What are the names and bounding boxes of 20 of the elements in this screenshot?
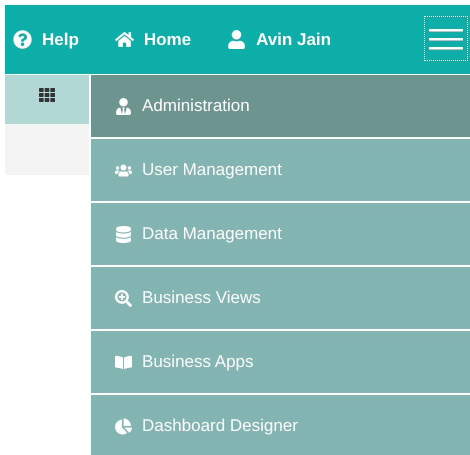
users-icon [115,162,132,178]
apps-tab[interactable] [5,75,89,124]
grid-icon [39,87,55,103]
book-icon [115,354,132,370]
menu-item[interactable]: User Management [91,139,470,201]
help-icon [13,30,32,49]
user-icon [227,30,246,49]
nav-link[interactable]: Help [13,26,79,52]
chart-icon [115,418,132,434]
database-icon [115,226,132,242]
nav-link[interactable]: Home [114,26,192,52]
menu-item[interactable]: Business Views [91,267,470,329]
menu-item[interactable]: Administration [91,75,470,137]
menu-item[interactable]: Dashboard Designer [91,395,470,455]
menu-item[interactable]: Business Apps [91,331,470,393]
home-icon [114,30,134,49]
menu-icon [429,28,463,50]
menu-button[interactable] [424,16,468,61]
nav-link[interactable]: Avin Jain [227,26,332,52]
menu-item[interactable]: Data Management [91,203,470,265]
